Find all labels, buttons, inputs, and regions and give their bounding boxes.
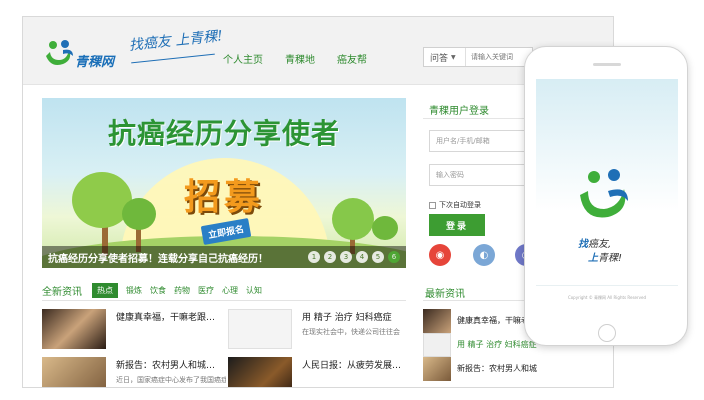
auto-login-checkbox[interactable]: [429, 201, 436, 209]
password-placeholder: 输入密码: [436, 171, 464, 179]
qq-icon[interactable]: ◐: [473, 244, 495, 266]
nav-personal-home[interactable]: 个人主页: [223, 51, 263, 66]
news-section-title: 全新资讯: [42, 287, 82, 298]
divider: [423, 118, 533, 119]
username-field[interactable]: 用户名/手机/邮箱: [429, 130, 533, 152]
logo-text: 青稞网: [75, 55, 115, 70]
news-item[interactable]: 用 精子 治疗 妇科癌症 在现实社会中，快递公司往往会: [228, 309, 408, 353]
latest-news-title: 最新资讯: [425, 289, 465, 300]
news-item[interactable]: 新报告：农村男人和城… 近日，国家癌症中心发布了我国癌症: [42, 357, 226, 387]
phone-mockup: 找癌友, 上青稞! Copyright © 青稞网 All Rights Res…: [524, 46, 688, 346]
carousel-dot-1[interactable]: 1: [308, 251, 320, 263]
news-item-summary: 近日，国家癌症中心发布了我国癌症: [116, 376, 226, 384]
phone-speaker: [593, 63, 621, 66]
banner-headline: 招募: [183, 177, 264, 218]
tab-diet[interactable]: 饮食: [150, 285, 166, 296]
nav-qingke-land[interactable]: 青稞地: [285, 51, 315, 66]
login-button[interactable]: 登录: [429, 214, 485, 236]
caret-down-icon: ▼: [451, 53, 456, 61]
screenshot-canvas: 青稞网 找癌友 上青稞! 个人主页 青稞地 癌友帮 问答 ▼ 请输入关键词 抗癌…: [0, 0, 704, 400]
home-button[interactable]: [598, 324, 616, 342]
tab-psychology[interactable]: 心理: [222, 285, 238, 296]
news-item-summary: 在现实社会中，快递公司往往会: [302, 328, 400, 336]
weibo-icon[interactable]: ◉: [429, 244, 451, 266]
latest-news-item[interactable]: 新报告：农村男人和城市女人最危险: [423, 357, 537, 385]
news-thumbnail: [228, 309, 292, 349]
tab-hot[interactable]: 热点: [92, 283, 118, 298]
divider: [42, 300, 406, 301]
carousel-dot-4[interactable]: 4: [356, 251, 368, 263]
news-item-title: 健康真幸福，干嘛老跟…: [116, 313, 216, 323]
news-tab-bar: 全新资讯 热点 锻炼 饮食 药物 医疗 心理 认知: [42, 283, 262, 298]
search-input[interactable]: [466, 53, 530, 61]
slogan-go: 上: [588, 253, 598, 264]
tab-medicine[interactable]: 药物: [174, 285, 190, 296]
carousel-pager: 1 2 3 4 5 6: [308, 251, 400, 263]
username-placeholder: 用户名/手机/邮箱: [436, 137, 490, 145]
phone-slogan-line2: 上青稞!: [588, 249, 622, 264]
search-type-select[interactable]: 问答 ▼: [424, 48, 466, 66]
phone-copyright: Copyright © 青稞网 All Rights Reserved: [567, 295, 647, 300]
latest-news-title-text: 用 精子 治疗 妇科癌症: [457, 340, 537, 349]
carousel-dot-2[interactable]: 2: [324, 251, 336, 263]
banner-carousel[interactable]: 抗癌经历分享使者 招募 立即报名 抗癌经历分享使者招募！连载分享自己抗癌经历！ …: [42, 98, 406, 268]
login-title: 青稞用户登录: [429, 106, 489, 117]
phone-screen: 找癌友, 上青稞! Copyright © 青稞网 All Rights Res…: [536, 79, 678, 319]
latest-news-title-text: 新报告：农村男人和城市女人最危险: [457, 364, 537, 373]
carousel-dot-5[interactable]: 5: [372, 251, 384, 263]
auto-login-option[interactable]: 下次自动登录: [429, 200, 481, 210]
app-logo-icon: [580, 169, 628, 218]
carousel-dot-3[interactable]: 3: [340, 251, 352, 263]
news-thumbnail: [423, 357, 451, 381]
news-item-title: 用 精子 治疗 妇科癌症: [302, 313, 392, 323]
slogan-underline: [131, 53, 215, 64]
news-thumbnail: [42, 309, 106, 349]
nav-cancer-friends[interactable]: 癌友帮: [337, 51, 367, 66]
slogan-qingke: 青稞!: [598, 253, 623, 264]
news-thumbnail: [423, 333, 451, 357]
search-type-label: 问答: [430, 53, 449, 64]
news-thumbnail: [228, 357, 292, 387]
banner-title: 抗癌经历分享使者: [107, 117, 340, 150]
news-thumbnail: [42, 357, 106, 387]
slogan-find: 找: [578, 239, 588, 250]
news-item-title: 新报告：农村男人和城…: [116, 361, 216, 371]
news-item[interactable]: 健康真幸福，干嘛老跟…: [42, 309, 222, 353]
auto-login-label: 下次自动登录: [439, 201, 481, 209]
tab-medical[interactable]: 医疗: [198, 285, 214, 296]
cloud-shape: [536, 285, 678, 319]
slogan: 找癌友 上青稞!: [128, 28, 224, 54]
tab-cognition[interactable]: 认知: [246, 285, 262, 296]
password-field[interactable]: 输入密码: [429, 164, 533, 186]
phone-slogan-line1: 找癌友,: [578, 235, 611, 250]
news-thumbnail: [423, 309, 451, 333]
main-nav: 个人主页 青稞地 癌友帮: [223, 51, 367, 66]
tab-exercise[interactable]: 锻炼: [126, 285, 142, 296]
search-box: 问答 ▼: [423, 47, 533, 67]
divider: [423, 300, 533, 301]
news-item-title: 人民日报：从疲劳发展…: [302, 361, 402, 371]
banner-caption[interactable]: 抗癌经历分享使者招募！连载分享自己抗癌经历！: [48, 250, 268, 265]
news-item[interactable]: 人民日报：从疲劳发展…: [228, 357, 408, 387]
login-panel: 青稞用户登录 用户名/手机/邮箱 输入密码 下次自动登录 登录 ◉ ◐ ◑: [423, 98, 537, 268]
carousel-dot-6[interactable]: 6: [388, 251, 400, 263]
